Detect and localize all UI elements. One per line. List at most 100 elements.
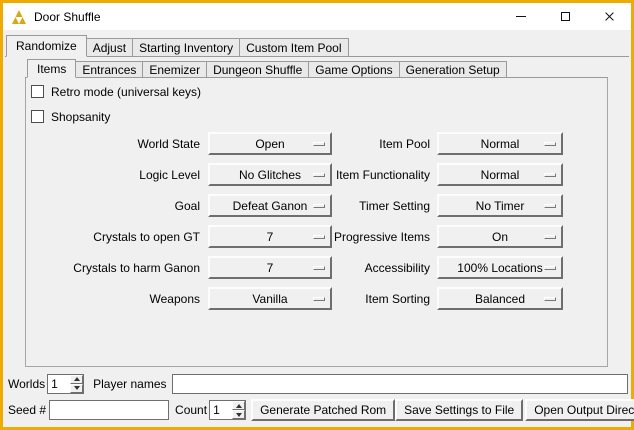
goal-dropdown[interactable]: Defeat Ganon (208, 194, 332, 217)
window-title: Door Shuffle (34, 10, 101, 24)
worlds-spinner[interactable] (47, 374, 84, 394)
window-content: Randomize Adjust Starting Inventory Cust… (3, 30, 631, 427)
worlds-input[interactable] (48, 375, 70, 393)
count-spin-up-button[interactable] (232, 401, 245, 410)
dropdown-indicator-icon (313, 235, 325, 239)
tab-label: Starting Inventory (139, 41, 233, 55)
checkbox-box-icon (31, 85, 44, 98)
item-functionality-label: Item Functionality (332, 168, 430, 182)
dropdown-indicator-icon (544, 142, 556, 146)
tab-label: Dungeon Shuffle (213, 63, 302, 77)
maximize-button[interactable] (543, 3, 587, 30)
dropdown-indicator-icon (313, 142, 325, 146)
dropdown-indicator-icon (313, 204, 325, 208)
tab-label: Generation Setup (406, 63, 500, 77)
tab-adjust[interactable]: Adjust (86, 38, 133, 56)
count-spinner[interactable] (209, 400, 246, 420)
logic-level-dropdown[interactable]: No Glitches (208, 163, 332, 186)
item-functionality-dropdown[interactable]: Normal (437, 163, 563, 186)
item-sorting-dropdown[interactable]: Balanced (437, 287, 563, 310)
world-state-label: World State (25, 137, 200, 151)
option-row: Goal Defeat Ganon Timer Setting No Timer (25, 190, 570, 221)
worlds-label: Worlds (8, 377, 45, 391)
item-pool-dropdown[interactable]: Normal (437, 132, 563, 155)
tab-items[interactable]: Items (27, 59, 76, 78)
tab-generation-setup[interactable]: Generation Setup (399, 61, 507, 77)
titlebar[interactable]: Door Shuffle (3, 3, 631, 30)
dropdown-indicator-icon (544, 235, 556, 239)
generate-row: Seed # Count Generate Patched Rom Save S… (8, 399, 628, 421)
seed-label: Seed # (8, 403, 46, 417)
weapons-label: Weapons (25, 292, 200, 306)
spinner-arrows (232, 401, 245, 419)
weapons-dropdown[interactable]: Vanilla (208, 287, 332, 310)
maximize-icon (561, 12, 570, 21)
minimize-icon (516, 16, 526, 17)
progressive-items-dropdown[interactable]: On (437, 225, 563, 248)
tab-dungeon-shuffle[interactable]: Dungeon Shuffle (206, 61, 309, 77)
option-row: Crystals to harm Ganon 7 Accessibility 1… (25, 252, 570, 283)
count-label: Count (175, 403, 207, 417)
tab-label: Enemizer (149, 63, 200, 77)
spin-down-icon (236, 413, 242, 417)
app-icon (11, 9, 27, 25)
tab-label: Custom Item Pool (246, 41, 341, 55)
close-button[interactable] (587, 3, 631, 30)
progressive-items-label: Progressive Items (332, 230, 430, 244)
window-controls (499, 3, 631, 30)
tab-label: Entrances (82, 63, 136, 77)
logic-level-label: Logic Level (25, 168, 200, 182)
player-names-input[interactable] (172, 374, 629, 394)
shopsanity-checkbox[interactable]: Shopsanity (31, 109, 110, 124)
crystals-gt-dropdown[interactable]: 7 (208, 225, 332, 248)
option-row: Crystals to open GT 7 Progressive Items … (25, 221, 570, 252)
dropdown-indicator-icon (544, 297, 556, 301)
save-settings-button[interactable]: Save Settings to File (395, 399, 523, 421)
crystals-ganon-dropdown[interactable]: 7 (208, 256, 332, 279)
goal-label: Goal (25, 199, 200, 213)
worlds-spin-down-button[interactable] (70, 384, 83, 393)
tab-game-options[interactable]: Game Options (308, 61, 399, 77)
dropdown-indicator-icon (544, 204, 556, 208)
app-window: Door Shuffle Randomize Adjust Starting I… (0, 0, 634, 430)
spin-up-icon (236, 404, 242, 408)
player-names-label: Player names (93, 377, 166, 391)
worlds-row: Worlds Player names (8, 373, 628, 394)
tab-label: Items (37, 62, 66, 76)
world-state-dropdown[interactable]: Open (208, 132, 332, 155)
retro-mode-checkbox[interactable]: Retro mode (universal keys) (31, 84, 201, 99)
dropdown-indicator-icon (313, 297, 325, 301)
open-output-directory-button[interactable]: Open Output Directory (525, 399, 634, 421)
accessibility-dropdown[interactable]: 100% Locations (437, 256, 563, 279)
tab-label: Adjust (93, 41, 126, 55)
minimize-button[interactable] (499, 3, 543, 30)
option-row: Weapons Vanilla Item Sorting Balanced (25, 283, 570, 314)
tab-enemizer[interactable]: Enemizer (142, 61, 207, 77)
generate-patched-rom-button[interactable]: Generate Patched Rom (251, 399, 395, 421)
spinner-arrows (70, 375, 83, 393)
dropdown-indicator-icon (544, 173, 556, 177)
spin-up-icon (74, 377, 80, 381)
worlds-spin-up-button[interactable] (70, 375, 83, 384)
tab-custom-item-pool[interactable]: Custom Item Pool (239, 38, 348, 56)
dropdown-indicator-icon (544, 266, 556, 270)
close-icon (604, 11, 615, 22)
tab-starting-inventory[interactable]: Starting Inventory (132, 38, 240, 56)
crystals-gt-label: Crystals to open GT (25, 230, 200, 244)
tab-label: Randomize (16, 39, 77, 53)
option-row: Logic Level No Glitches Item Functionali… (25, 159, 570, 190)
timer-setting-dropdown[interactable]: No Timer (437, 194, 563, 217)
tab-randomize[interactable]: Randomize (6, 35, 87, 57)
count-input[interactable] (210, 401, 232, 419)
options-form: World State Open Item Pool Normal Logic … (25, 128, 570, 314)
spin-down-icon (74, 386, 80, 390)
option-row: World State Open Item Pool Normal (25, 128, 570, 159)
dropdown-indicator-icon (313, 173, 325, 177)
accessibility-label: Accessibility (332, 261, 430, 275)
tab-entrances[interactable]: Entrances (75, 61, 143, 77)
dropdown-indicator-icon (313, 266, 325, 270)
seed-input[interactable] (49, 400, 169, 420)
checkbox-box-icon (31, 110, 44, 123)
count-spin-down-button[interactable] (232, 410, 245, 419)
timer-setting-label: Timer Setting (332, 199, 430, 213)
